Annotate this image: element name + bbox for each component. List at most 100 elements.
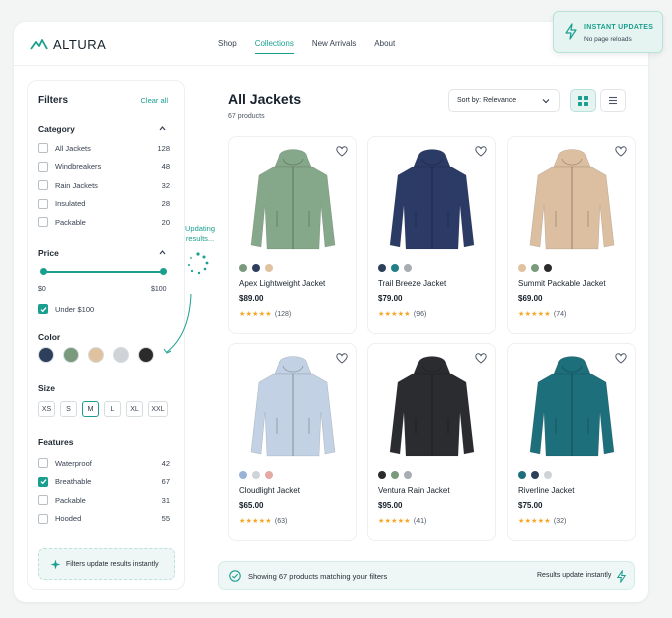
product-name[interactable]: Cloudlight Jacket <box>239 486 300 495</box>
product-card[interactable]: Trail Breeze Jacket $79.00 ★★★★★ (96) <box>367 136 496 334</box>
product-price: $65.00 <box>239 501 264 510</box>
clear-all-link[interactable]: Clear all <box>140 96 168 105</box>
sort-dropdown[interactable]: Sort by: Relevance <box>448 89 560 112</box>
color-dot[interactable] <box>265 264 273 272</box>
size-heading[interactable]: Size <box>38 383 55 393</box>
color-dot[interactable] <box>518 471 526 479</box>
nav-new-arrivals[interactable]: New Arrivals <box>312 39 356 54</box>
sparkle-icon <box>50 559 61 570</box>
product-image[interactable] <box>239 145 347 257</box>
wishlist-heart-icon[interactable] <box>336 144 348 162</box>
product-name[interactable]: Summit Packable Jacket <box>518 279 606 288</box>
product-name[interactable]: Riverline Jacket <box>518 486 574 495</box>
color-dot[interactable] <box>544 264 552 272</box>
grid-view-button[interactable] <box>570 89 596 112</box>
color-dot[interactable] <box>252 264 260 272</box>
price-range-slider[interactable] <box>40 268 167 275</box>
category-option[interactable]: Packable 20 <box>38 216 170 228</box>
size-option[interactable]: XXL <box>148 401 168 417</box>
checkbox[interactable] <box>38 458 48 468</box>
product-image[interactable] <box>518 352 626 464</box>
feature-option[interactable]: Breathable 67 <box>38 476 170 488</box>
size-option[interactable]: XL <box>126 401 143 417</box>
nav-shop[interactable]: Shop <box>218 39 237 54</box>
product-card[interactable]: Ventura Rain Jacket $95.00 ★★★★★ (41) <box>367 343 496 541</box>
product-card[interactable]: Apex Lightweight Jacket $89.00 ★★★★★ (128) <box>228 136 357 334</box>
color-dot[interactable] <box>239 264 247 272</box>
price-min-handle[interactable] <box>40 268 47 275</box>
color-swatch[interactable] <box>113 347 129 363</box>
wishlist-heart-icon[interactable] <box>615 144 627 162</box>
color-dot[interactable] <box>265 471 273 479</box>
color-swatch[interactable] <box>63 347 79 363</box>
feature-option[interactable]: Hooded 55 <box>38 513 170 525</box>
star-icons: ★★★★★ <box>518 311 551 318</box>
product-name[interactable]: Trail Breeze Jacket <box>378 279 446 288</box>
nav-about[interactable]: About <box>374 39 395 54</box>
product-image[interactable] <box>378 352 486 464</box>
checkbox[interactable] <box>38 161 48 172</box>
nav-collections[interactable]: Collections <box>254 39 294 54</box>
color-dot[interactable] <box>544 471 552 479</box>
category-option[interactable]: Windbreakers 48 <box>38 161 170 173</box>
category-option[interactable]: Rain Jackets 32 <box>38 179 170 191</box>
color-dot[interactable] <box>252 471 260 479</box>
wishlist-heart-icon[interactable] <box>336 351 348 369</box>
checkbox[interactable] <box>38 495 48 505</box>
category-label: Rain Jackets <box>55 180 98 190</box>
checkbox[interactable] <box>38 513 48 524</box>
color-dot[interactable] <box>391 264 399 272</box>
color-dot[interactable] <box>378 264 386 272</box>
feature-option[interactable]: Waterproof 42 <box>38 457 170 469</box>
list-icon <box>609 96 617 105</box>
color-dot[interactable] <box>404 264 412 272</box>
color-options <box>518 264 552 272</box>
color-swatch[interactable] <box>88 347 104 363</box>
checkbox[interactable] <box>38 198 48 209</box>
checkbox[interactable] <box>38 143 48 153</box>
size-option[interactable]: M <box>82 401 99 417</box>
list-view-button[interactable] <box>600 89 626 112</box>
results-status-bar: Showing 67 products matching your filter… <box>218 561 635 590</box>
wishlist-heart-icon[interactable] <box>475 144 487 162</box>
category-option[interactable]: Insulated 28 <box>38 198 170 210</box>
size-option[interactable]: S <box>60 401 77 417</box>
color-swatch[interactable] <box>138 347 154 363</box>
price-heading[interactable]: Price <box>38 248 59 258</box>
product-image[interactable] <box>378 145 486 257</box>
product-image[interactable] <box>239 352 347 464</box>
color-dot[interactable] <box>518 264 526 272</box>
product-price: $89.00 <box>239 294 264 303</box>
brand-logo[interactable]: ALTURA <box>30 37 106 52</box>
wishlist-heart-icon[interactable] <box>615 351 627 369</box>
price-under-100-option[interactable]: Under $100 <box>38 303 170 315</box>
category-heading[interactable]: Category <box>38 124 75 134</box>
color-dot[interactable] <box>391 471 399 479</box>
chevron-up-icon[interactable] <box>159 125 166 132</box>
category-option[interactable]: All Jackets 128 <box>38 142 170 154</box>
color-heading[interactable]: Color <box>38 332 60 342</box>
checkbox-checked[interactable] <box>38 476 48 487</box>
feature-option[interactable]: Packable 31 <box>38 494 170 506</box>
product-image[interactable] <box>518 145 626 257</box>
product-card[interactable]: Riverline Jacket $75.00 ★★★★★ (32) <box>507 343 636 541</box>
wishlist-heart-icon[interactable] <box>475 351 487 369</box>
color-dot[interactable] <box>531 471 539 479</box>
checkbox[interactable] <box>38 180 48 190</box>
color-swatch[interactable] <box>38 347 54 363</box>
color-dot[interactable] <box>531 264 539 272</box>
product-name[interactable]: Ventura Rain Jacket <box>378 486 450 495</box>
checkbox-checked[interactable] <box>38 304 48 314</box>
size-option[interactable]: L <box>104 401 121 417</box>
product-card[interactable]: Cloudlight Jacket $65.00 ★★★★★ (63) <box>228 343 357 541</box>
review-count: (128) <box>274 311 292 318</box>
color-dot[interactable] <box>404 471 412 479</box>
features-heading[interactable]: Features <box>38 437 73 447</box>
product-card[interactable]: Summit Packable Jacket $69.00 ★★★★★ (74) <box>507 136 636 334</box>
color-dot[interactable] <box>239 471 247 479</box>
checkbox[interactable] <box>38 217 48 227</box>
color-dot[interactable] <box>378 471 386 479</box>
product-name[interactable]: Apex Lightweight Jacket <box>239 279 325 288</box>
size-option[interactable]: XS <box>38 401 55 417</box>
feature-count: 31 <box>161 495 170 505</box>
